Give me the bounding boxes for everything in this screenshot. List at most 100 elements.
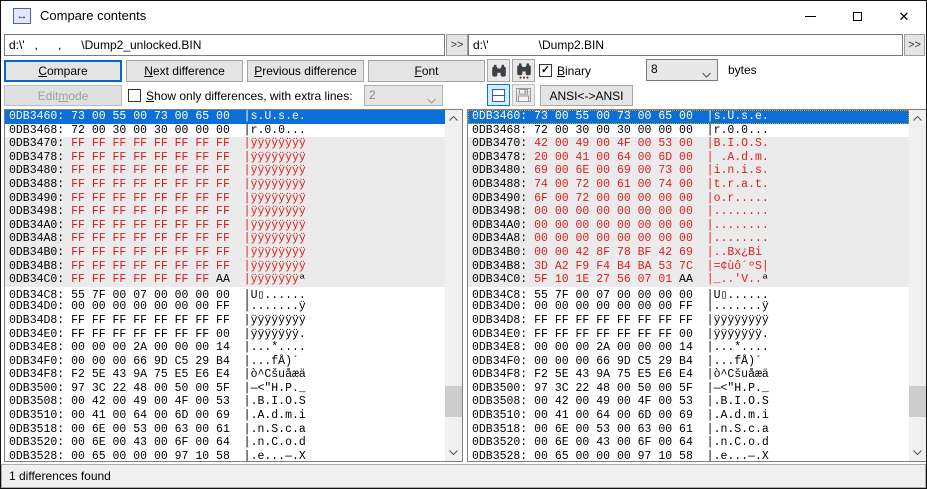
hex-row[interactable]: 0DB34A0: FF FF FF FF FF FF FF FF |ÿÿÿÿÿÿ… [5, 218, 445, 233]
binary-checkbox[interactable]: ✓ [539, 64, 552, 77]
hex-row[interactable]: 0DB3468: 72 00 30 00 30 00 00 00 |r.0.0.… [468, 123, 909, 138]
hex-row[interactable]: 0DB34E0: FF FF FF FF FF FF FF 00 |ÿÿÿÿÿÿ… [5, 327, 445, 342]
split-view-toggle-button[interactable] [487, 84, 510, 106]
hex-row[interactable]: 0DB3468: 72 00 30 00 30 00 00 00 |r.0.0.… [5, 123, 445, 138]
hex-row[interactable]: 0DB3500: 97 3C 22 48 00 50 00 5F |—<"H.P… [468, 381, 909, 396]
minimize-button[interactable] [787, 2, 833, 31]
chevron-down-icon [702, 67, 711, 81]
hex-row[interactable]: 0DB3508: 00 42 00 49 00 4F 00 53 |.B.I.O… [5, 395, 445, 410]
hex-row[interactable]: 0DB3518: 00 6E 00 53 00 63 00 61 |.n.S.c… [5, 422, 445, 437]
show-only-differences-checkbox[interactable] [128, 89, 141, 102]
hex-row[interactable]: 0DB3498: FF FF FF FF FF FF FF FF |ÿÿÿÿÿÿ… [5, 205, 445, 219]
titlebar: ↔ Compare contents ✕ [1, 1, 926, 31]
find-with-options-button[interactable] [512, 59, 535, 82]
hex-row[interactable]: 0DB34B0: 00 00 42 8F 78 BF 42 69 |..Bx¿B… [468, 245, 909, 260]
right-scrollbar-thumb[interactable] [909, 386, 926, 417]
hex-row[interactable]: 0DB3510: 00 41 00 64 00 6D 00 69 |.A.d.m… [5, 409, 445, 423]
extra-lines-value: 2 [369, 88, 376, 102]
hex-row[interactable]: 0DB3528: 00 65 00 00 00 97 10 58 |.e...—… [5, 449, 445, 461]
hex-row[interactable]: 0DB3488: FF FF FF FF FF FF FF FF |ÿÿÿÿÿÿ… [5, 177, 445, 192]
hex-row[interactable]: 0DB3470: 42 00 49 00 4F 00 53 00 |B.I.O.… [468, 137, 909, 151]
hex-row[interactable]: 0DB34B8: FF FF FF FF FF FF FF FF |ÿÿÿÿÿÿ… [5, 259, 445, 274]
right-hex-rows[interactable]: 0DB3460: 73 00 55 00 73 00 65 00 |s.U.s.… [468, 110, 909, 461]
hex-row[interactable]: 0DB3480: FF FF FF FF FF FF FF FF |ÿÿÿÿÿÿ… [5, 164, 445, 178]
hex-row[interactable]: 0DB3498: 00 00 00 00 00 00 00 00 |......… [468, 205, 909, 219]
compare-button[interactable]: Compare [4, 60, 122, 82]
hex-row[interactable]: 0DB3490: 6F 00 72 00 00 00 00 00 |o.r...… [468, 191, 909, 206]
window-title: Compare contents [40, 8, 147, 23]
right-vertical-scrollbar[interactable] [909, 110, 926, 461]
find-button[interactable] [487, 59, 510, 82]
right-hex-panel: 0DB3460: 73 00 55 00 73 00 65 00 |s.U.s.… [467, 109, 926, 462]
hex-row[interactable]: 0DB34A8: FF FF FF FF FF FF FF FF |ÿÿÿÿÿÿ… [5, 232, 445, 246]
hex-row[interactable]: 0DB34F0: 00 00 00 66 9D C5 29 B4 |...fÅ)… [468, 354, 909, 369]
hex-row[interactable]: 0DB34C0: FF FF FF FF FF FF FF AA |ÿÿÿÿÿÿ… [5, 273, 445, 287]
hex-row[interactable]: 0DB3520: 00 6E 00 43 00 6F 00 64 |.n.C.o… [468, 436, 909, 450]
font-button[interactable]: Font [368, 60, 485, 82]
status-text: 1 differences found [9, 469, 111, 483]
hex-row[interactable]: 0DB34C0: 5F 10 1E 27 56 07 01 AA |_..'V.… [468, 273, 909, 287]
left-hex-rows[interactable]: 0DB3460: 73 00 55 00 73 00 65 00 |s.U.s.… [5, 110, 445, 461]
hex-row[interactable]: 0DB34E8: 00 00 00 2A 00 00 00 14 |...*..… [468, 341, 909, 355]
hex-row[interactable]: 0DB34F8: F2 5E 43 9A 75 E5 E6 E4 |ò^Cšuå… [5, 368, 445, 382]
close-button[interactable]: ✕ [881, 2, 926, 31]
hex-row[interactable]: 0DB34B0: FF FF FF FF FF FF FF FF |ÿÿÿÿÿÿ… [5, 245, 445, 260]
hex-row[interactable]: 0DB34A8: 00 00 00 00 00 00 00 00 |......… [468, 232, 909, 246]
scroll-down-icon[interactable] [909, 444, 926, 461]
hex-row[interactable]: 0DB3478: FF FF FF FF FF FF FF FF |ÿÿÿÿÿÿ… [5, 150, 445, 165]
hex-row[interactable]: 0DB3470: FF FF FF FF FF FF FF FF |ÿÿÿÿÿÿ… [5, 137, 445, 151]
right-path-expand-button[interactable]: >> [904, 34, 925, 56]
scroll-up-icon[interactable] [445, 110, 462, 127]
right-file-path-input[interactable] [468, 34, 903, 56]
left-vertical-scrollbar[interactable] [445, 110, 462, 461]
hex-row[interactable]: 0DB3460: 73 00 55 00 73 00 65 00 |s.U.s.… [5, 110, 445, 124]
hex-row[interactable]: 0DB3480: 69 00 6E 00 69 00 73 00 |i.n.i.… [468, 164, 909, 178]
hex-row[interactable]: 0DB34C8: 55 7F 00 07 00 00 00 00 |U▯....… [5, 286, 445, 302]
scroll-down-icon[interactable] [445, 444, 462, 461]
left-file-path-input[interactable] [4, 34, 445, 56]
hex-row[interactable]: 0DB3490: FF FF FF FF FF FF FF FF |ÿÿÿÿÿÿ… [5, 191, 445, 206]
bytes-label: bytes [728, 63, 757, 77]
left-scrollbar-thumb[interactable] [445, 386, 462, 417]
bytes-count-select[interactable]: 8 [646, 59, 718, 81]
hex-row[interactable]: 0DB34C8: 55 7F 00 07 00 00 00 00 |U▯....… [468, 286, 909, 302]
hex-row[interactable]: 0DB3508: 00 42 00 49 00 4F 00 53 |.B.I.O… [468, 395, 909, 410]
hex-row[interactable]: 0DB3488: 74 00 72 00 61 00 74 00 |t.r.a.… [468, 177, 909, 192]
hex-row[interactable]: 0DB34D8: FF FF FF FF FF FF FF FF |ÿÿÿÿÿÿ… [5, 313, 445, 328]
hex-row[interactable]: 0DB34B8: 3D A2 F9 F4 B4 BA 53 7C |=¢ùô´º… [468, 259, 909, 274]
split-window-icon [492, 88, 505, 102]
edit-mode-button[interactable]: Edit m ode [4, 85, 122, 106]
hex-row[interactable]: 0DB34F8: F2 5E 43 9A 75 E5 E6 E4 |ò^Cšuå… [468, 368, 909, 382]
left-hex-panel: 0DB3460: 73 00 55 00 73 00 65 00 |s.U.s.… [4, 109, 463, 462]
ansi-conversion-button[interactable]: ANSI<->ANSI [540, 85, 633, 106]
hex-row[interactable]: 0DB34E0: FF FF FF FF FF FF FF 00 |ÿÿÿÿÿÿ… [468, 327, 909, 342]
left-path-expand-button[interactable]: >> [446, 34, 468, 56]
next-difference-button[interactable]: Next difference [126, 60, 243, 82]
hex-row[interactable]: 0DB3460: 73 00 55 00 73 00 65 00 |s.U.s.… [468, 110, 909, 124]
save-button[interactable] [512, 84, 535, 106]
compare-contents-window: ↔ Compare contents ✕ >> >> Compare Next … [0, 0, 927, 489]
close-icon: ✕ [898, 9, 910, 24]
binoculars-dots-icon [516, 62, 531, 79]
hex-row[interactable]: 0DB34E8: 00 00 00 2A 00 00 00 14 |...*..… [5, 341, 445, 355]
hex-row[interactable]: 0DB34F0: 00 00 00 66 9D C5 29 B4 |...fÅ)… [5, 354, 445, 369]
hex-row[interactable]: 0DB3478: 20 00 41 00 64 00 6D 00 | .A.d.… [468, 150, 909, 165]
hex-row[interactable]: 0DB34A0: 00 00 00 00 00 00 00 00 |......… [468, 218, 909, 233]
scroll-up-icon[interactable] [909, 110, 926, 127]
binary-checkbox-label: Binary [557, 64, 592, 78]
extra-lines-select: 2 [364, 85, 443, 106]
binoculars-icon [491, 64, 506, 77]
hex-row[interactable]: 0DB34D0: 00 00 00 00 00 00 00 FF |......… [5, 300, 445, 314]
hex-row[interactable]: 0DB3518: 00 6E 00 53 00 63 00 61 |.n.S.c… [468, 422, 909, 437]
hex-row[interactable]: 0DB34D0: 00 00 00 00 00 00 00 FF |......… [468, 300, 909, 314]
previous-difference-button[interactable]: Previous difference [247, 60, 364, 82]
show-only-differences-label: Show only differences, with extra lines: [146, 89, 353, 103]
hex-row[interactable]: 0DB3500: 97 3C 22 48 00 50 00 5F |—<"H.P… [5, 381, 445, 396]
status-bar: 1 differences found [1, 464, 926, 488]
maximize-button[interactable] [834, 2, 880, 31]
hex-row[interactable]: 0DB3510: 00 41 00 64 00 6D 00 69 |.A.d.m… [468, 409, 909, 423]
hex-row[interactable]: 0DB3528: 00 65 00 00 00 97 10 58 |.e...—… [468, 449, 909, 461]
hex-row[interactable]: 0DB34D8: FF FF FF FF FF FF FF FF |ÿÿÿÿÿÿ… [468, 313, 909, 328]
maximize-icon [852, 12, 862, 21]
hex-row[interactable]: 0DB3520: 00 6E 00 43 00 6F 00 64 |.n.C.o… [5, 436, 445, 450]
